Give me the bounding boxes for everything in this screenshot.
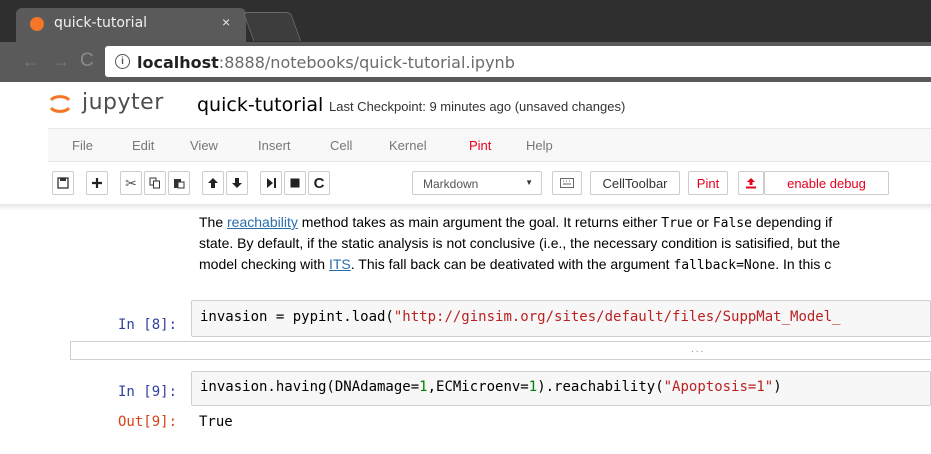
- jupyter-favicon-icon: [30, 17, 44, 31]
- forward-arrow-icon[interactable]: →: [52, 51, 70, 72]
- menu-cell[interactable]: Cell: [330, 138, 352, 153]
- step-forward-icon: [267, 178, 276, 188]
- menu-help[interactable]: Help: [526, 138, 553, 153]
- its-link[interactable]: ITS: [329, 256, 351, 272]
- pint-button[interactable]: Pint: [688, 171, 728, 195]
- arrow-up-icon: [208, 178, 218, 188]
- notebook-toolbar: ✂ C Markdown ▼ CellToolbar Pint enable d…: [48, 162, 931, 204]
- run-button[interactable]: [260, 171, 282, 195]
- number-token: 1: [419, 379, 428, 395]
- menu-file[interactable]: File: [72, 138, 93, 153]
- menu-pint[interactable]: Pint: [469, 138, 491, 153]
- inline-code: fallback=None: [673, 258, 776, 273]
- browser-tab-bar: quick-tutorial ×: [0, 0, 931, 42]
- tab-title: quick-tutorial: [54, 15, 148, 31]
- plus-icon: [92, 178, 102, 188]
- insert-cell-button[interactable]: [86, 171, 108, 195]
- info-icon[interactable]: i: [115, 54, 130, 69]
- arrow-down-icon: [232, 178, 242, 188]
- menu-bar: File Edit View Insert Cell Kernel Pint H…: [48, 128, 931, 162]
- stop-icon: [290, 178, 300, 188]
- input-prompt: In [8]:: [118, 317, 178, 333]
- string-token: "http://ginsim.org/sites/default/files/S…: [393, 309, 841, 325]
- move-up-button[interactable]: [202, 171, 224, 195]
- code-token: ).reachability(: [537, 379, 664, 395]
- cell-type-select[interactable]: Markdown ▼: [412, 171, 542, 195]
- back-arrow-icon[interactable]: ←: [22, 51, 40, 72]
- text-run: . This fall back can be deativated with …: [350, 256, 674, 272]
- jupyter-logo-icon: [49, 95, 71, 113]
- markdown-line-1: The reachability method takes as main ar…: [199, 212, 931, 233]
- text-run: The: [199, 214, 228, 230]
- inline-code: False: [712, 216, 752, 231]
- url-path: :8888/notebooks/quick-tutorial.ipynb: [218, 53, 515, 72]
- string-token: "Apoptosis=1": [663, 379, 774, 395]
- menu-insert[interactable]: Insert: [258, 138, 291, 153]
- restart-button[interactable]: C: [308, 171, 330, 195]
- celltoolbar-button[interactable]: CellToolbar: [590, 171, 680, 195]
- code-line: invasion = pypint.load("http://ginsim.or…: [200, 309, 841, 325]
- code-token: ,ECMicroenv=: [427, 379, 529, 395]
- copy-button[interactable]: [144, 171, 166, 195]
- cell-type-value: Markdown: [423, 177, 479, 191]
- code-token: invasion = pypint.load(: [200, 309, 394, 325]
- text-run: model checking with: [199, 256, 329, 272]
- new-tab-button[interactable]: [242, 12, 302, 41]
- inline-code: True: [661, 216, 693, 231]
- reachability-link[interactable]: reachability: [227, 214, 298, 230]
- jupyter-header: jupyter quick-tutorial Last Checkpoint: …: [0, 82, 931, 128]
- paste-icon: [174, 179, 185, 189]
- upload-button[interactable]: [738, 171, 764, 195]
- caret-down-icon: ▼: [525, 178, 533, 187]
- checkpoint-status: Last Checkpoint: 9 minutes ago (unsaved …: [329, 99, 626, 114]
- code-token: ): [773, 379, 782, 395]
- tab-close-icon[interactable]: ×: [222, 14, 230, 30]
- url-host: localhost: [137, 53, 219, 72]
- number-token: 1: [528, 379, 538, 395]
- cut-button[interactable]: ✂: [120, 171, 142, 195]
- scissors-icon: ✂: [125, 174, 137, 191]
- toolbar-shadow: [0, 204, 931, 210]
- command-palette-button[interactable]: [552, 171, 582, 195]
- menu-edit[interactable]: Edit: [132, 138, 154, 153]
- address-bar: ← → C i localhost:8888/notebooks/quick-t…: [0, 42, 931, 82]
- markdown-line-2: state. By default, if the static analysi…: [199, 235, 841, 251]
- text-run: . In this c: [775, 256, 832, 272]
- url-input[interactable]: i localhost:8888/notebooks/quick-tutoria…: [105, 46, 931, 77]
- paste-button[interactable]: [168, 171, 190, 195]
- interrupt-button[interactable]: [284, 171, 306, 195]
- save-button[interactable]: [52, 171, 74, 195]
- markdown-cell[interactable]: The reachability method takes as main ar…: [199, 212, 931, 275]
- jupyter-logo-text[interactable]: jupyter: [82, 90, 164, 115]
- browser-tab[interactable]: quick-tutorial ×: [16, 8, 246, 42]
- collapsed-output[interactable]: ...: [70, 341, 931, 360]
- text-run: depending if: [751, 214, 833, 230]
- input-prompt: In [9]:: [118, 384, 178, 400]
- save-icon: [57, 177, 69, 189]
- code-cell-8[interactable]: invasion = pypint.load("http://ginsim.or…: [191, 300, 931, 337]
- move-down-button[interactable]: [226, 171, 248, 195]
- reload-icon[interactable]: C: [80, 50, 94, 72]
- menu-kernel[interactable]: Kernel: [389, 138, 427, 153]
- ellipsis-icon: ...: [691, 344, 706, 355]
- output-prompt: Out[9]:: [118, 414, 178, 430]
- copy-icon: [149, 177, 160, 189]
- output-value: True: [199, 414, 233, 430]
- code-token: invasion.having(DNAdamage=: [200, 379, 420, 395]
- markdown-line-3: model checking with ITS. This fall back …: [199, 254, 931, 275]
- text-run: method takes as main argument the goal. …: [297, 214, 662, 230]
- code-cell-9[interactable]: invasion.having(DNAdamage=1,ECMicroenv=1…: [191, 371, 931, 406]
- url-text: localhost:8888/notebooks/quick-tutorial.…: [137, 53, 515, 72]
- enable-debug-button[interactable]: enable debug: [764, 171, 889, 195]
- notebook-name[interactable]: quick-tutorial: [197, 94, 323, 116]
- menu-view[interactable]: View: [190, 138, 218, 153]
- keyboard-icon: [560, 178, 574, 188]
- text-run: or: [692, 214, 713, 230]
- code-line: invasion.having(DNAdamage=1,ECMicroenv=1…: [200, 379, 782, 395]
- restart-icon: C: [313, 174, 325, 192]
- upload-icon: [746, 178, 756, 189]
